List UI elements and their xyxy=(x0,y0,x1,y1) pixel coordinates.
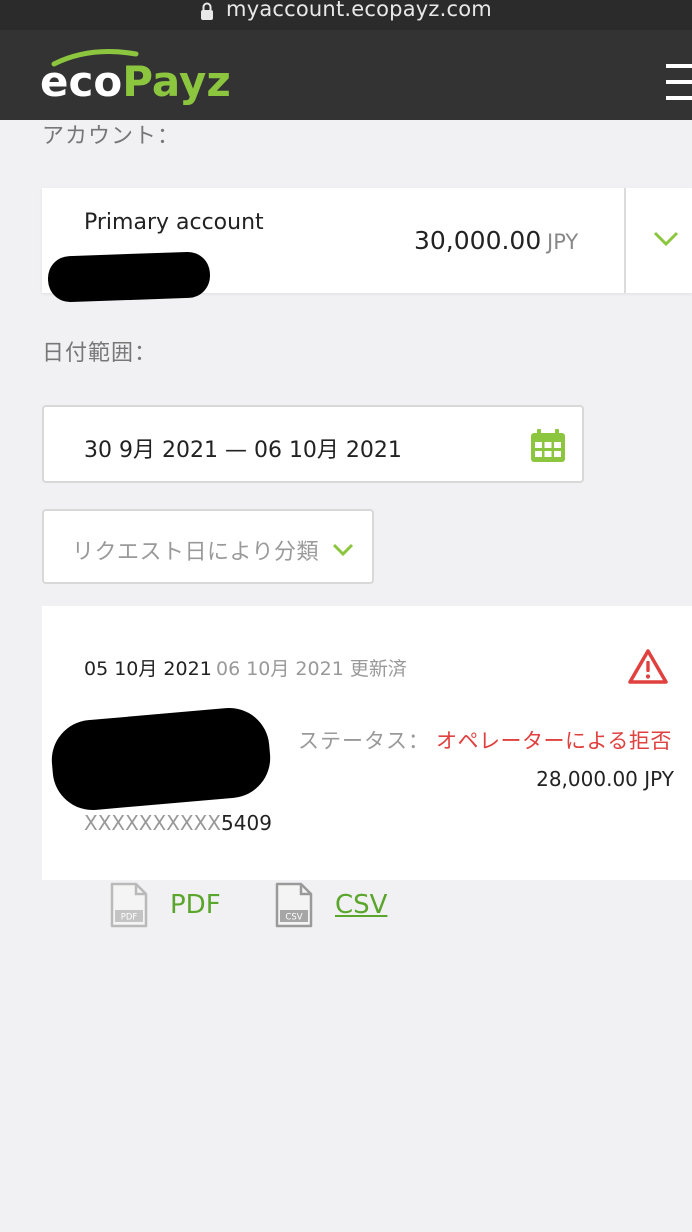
svg-text:CSV: CSV xyxy=(285,913,302,923)
warning-icon xyxy=(628,649,668,684)
logo-eco-text: eco xyxy=(40,57,122,106)
date-range-label: 日付範囲： xyxy=(42,341,158,366)
account-divider xyxy=(624,188,626,293)
transaction-updated: 06 10月 2021 更新済 xyxy=(216,658,407,680)
ecopayz-logo[interactable]: ecoPayz xyxy=(40,44,270,108)
menu-icon[interactable] xyxy=(666,64,692,108)
lock-icon xyxy=(201,2,214,20)
date-range-input[interactable]: 30 9月 2021 — 06 10月 2021 xyxy=(42,405,584,483)
url-text: myaccount.ecopayz.com xyxy=(226,0,492,21)
account-mask: XXXXXXXXXX xyxy=(84,811,222,835)
calendar-icon[interactable] xyxy=(530,429,566,463)
pdf-label: PDF xyxy=(170,890,221,920)
masked-account-number: XXXXXXXXXX5409 xyxy=(84,811,272,835)
chevron-down-icon[interactable] xyxy=(652,230,680,248)
status-label: ステータス： xyxy=(298,729,430,753)
transaction-card[interactable]: 05 10月 2021 06 10月 2021 更新済 ステータス： オペレータ… xyxy=(42,606,692,880)
browser-url-bar[interactable]: myaccount.ecopayz.com xyxy=(0,0,692,30)
redacted-recipient xyxy=(48,704,274,814)
status-value: オペレーターによる拒否 xyxy=(436,729,672,753)
account-name: Primary account xyxy=(84,210,264,235)
chevron-down-icon xyxy=(332,543,354,557)
account-currency: JPY xyxy=(547,230,579,254)
transaction-amount: 28,000.00 JPY xyxy=(536,767,674,791)
svg-text:ecoPayz: ecoPayz xyxy=(40,57,231,106)
logo-payz-text: Payz xyxy=(122,57,231,106)
sort-dropdown[interactable]: リクエスト日により分類 xyxy=(42,509,374,584)
transaction-date: 05 10月 2021 xyxy=(84,658,212,680)
pdf-file-icon: PDF xyxy=(110,882,148,928)
date-range-value: 30 9月 2021 — 06 10月 2021 xyxy=(84,438,402,463)
sort-selected-value: リクエスト日により分類 xyxy=(72,540,320,565)
export-csv-link[interactable]: CSV CSV xyxy=(275,882,387,928)
app-header: ecoPayz xyxy=(0,30,692,120)
csv-file-icon: CSV xyxy=(275,882,313,928)
account-label: アカウント： xyxy=(42,124,181,149)
csv-label: CSV xyxy=(335,890,388,920)
account-balance: 30,000.00 xyxy=(414,226,542,255)
account-selector[interactable]: Primary account 30,000.00 JPY xyxy=(42,188,692,303)
redacted-account-number xyxy=(47,251,211,303)
svg-text:PDF: PDF xyxy=(121,913,138,923)
export-pdf-link[interactable]: PDF PDF xyxy=(110,882,221,928)
account-last4: 5409 xyxy=(221,811,272,835)
